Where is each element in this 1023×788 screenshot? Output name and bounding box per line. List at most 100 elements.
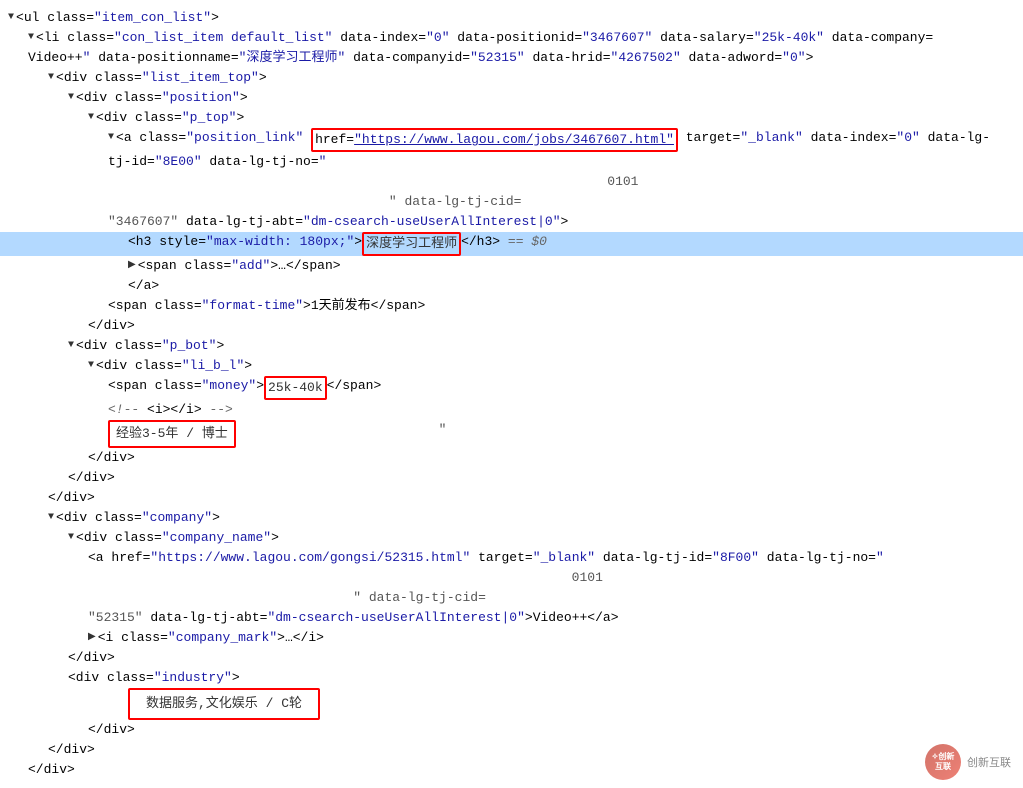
code-text: data-lg-tj-id=: [595, 548, 712, 568]
attr-value: "_blank": [740, 128, 802, 148]
html-tag: </div>: [68, 648, 115, 668]
attr-value: "8E00": [155, 152, 202, 172]
watermark-logo: ✧创新互联: [925, 744, 961, 780]
attr-value: "0": [896, 128, 919, 148]
collapse-arrow[interactable]: ▼: [68, 336, 74, 356]
attr-value: "0": [782, 48, 805, 68]
code-line: 0101: [0, 172, 1023, 192]
attr-value: "company_mark": [168, 628, 277, 648]
html-tag: </div>: [48, 488, 95, 508]
collapse-arrow[interactable]: ▼: [8, 8, 14, 28]
code-line: "52315" data-lg-tj-abt="dm-csearch-useUs…: [0, 608, 1023, 628]
collapse-arrow[interactable]: ▼: [28, 28, 34, 48]
salary-highlighted: 25k-40k: [264, 376, 327, 400]
html-tag: </div>: [88, 316, 135, 336]
html-tag: <i>: [147, 400, 170, 420]
code-text: data-salary=: [652, 28, 753, 48]
attr-value: "company_name": [162, 528, 271, 548]
collapse-arrow[interactable]: ▼: [108, 128, 114, 148]
html-tag: <div class=: [56, 68, 142, 88]
attr-value: "0": [426, 28, 449, 48]
code-text: >: [354, 232, 362, 252]
expand-arrow[interactable]: ▶: [128, 256, 136, 276]
href-highlighted: href="https://www.lagou.com/jobs/3467607…: [311, 128, 678, 152]
code-line: tj-id="8E00" data-lg-tj-no=": [0, 152, 1023, 172]
code-text: data-positionname=: [90, 48, 238, 68]
code-line: ▼<div class="position">: [0, 88, 1023, 108]
code-line: ▼<div class="p_bot">: [0, 336, 1023, 356]
collapse-arrow[interactable]: ▼: [48, 68, 54, 88]
industry-highlighted: 数据服务,文化娱乐 / C轮: [128, 688, 320, 720]
code-line: ▼<ul class="item_con_list">: [0, 8, 1023, 28]
html-tag: <li class=: [36, 28, 114, 48]
collapse-arrow[interactable]: ▼: [48, 508, 54, 528]
collapse-arrow[interactable]: ▼: [88, 356, 94, 376]
html-tag: >…</span>: [270, 256, 340, 276]
code-line: <span class="format-time">1天前发布</span>: [0, 296, 1023, 316]
html-tag: </div>: [88, 720, 135, 740]
code-line: ▼<div class="company_name">: [0, 528, 1023, 548]
code-line-experience: 经验3-5年 / 博士 ": [0, 420, 1023, 448]
html-tag: >: [211, 8, 219, 28]
attr-value: "list_item_top": [142, 68, 259, 88]
grey-text: " data-lg-tj-cid=: [88, 588, 486, 608]
code-text: data-index=: [332, 28, 426, 48]
html-tag: </div>: [68, 468, 115, 488]
attr-value: "position": [162, 88, 240, 108]
attr-value: "4267502": [611, 48, 681, 68]
code-comment: <!--: [108, 400, 147, 420]
code-line: </a>: [0, 276, 1023, 296]
code-line: Video++" data-positionname="深度学习工程师" dat…: [0, 48, 1023, 68]
code-line: <a href="https://www.lagou.com/gongsi/52…: [0, 548, 1023, 568]
html-tag: <span class=: [138, 256, 232, 276]
code-text: data-company=: [824, 28, 933, 48]
html-tag: >: [236, 108, 244, 128]
html-tag: >: [216, 336, 224, 356]
html-tag: >: [561, 212, 569, 232]
code-line: </div>: [0, 316, 1023, 336]
code-text: <h3 style=: [128, 232, 206, 252]
code-text: target=: [470, 548, 532, 568]
html-tag: <div class=: [76, 336, 162, 356]
code-line: " data-lg-tj-cid=: [0, 588, 1023, 608]
code-viewer: ▼<ul class="item_con_list">▼<li class="c…: [0, 0, 1023, 788]
attr-value: "li_b_l": [182, 356, 244, 376]
attr-value: "dm-csearch-useUserAllInterest|0": [267, 608, 524, 628]
html-tag: >: [271, 528, 279, 548]
grey-text: "3467607": [108, 212, 178, 232]
attr-value: "max-width: 180px;": [206, 232, 354, 252]
html-tag: >: [806, 48, 814, 68]
html-tag: </i>: [170, 400, 201, 420]
html-tag: </div>: [88, 448, 135, 468]
attr-value: ": [876, 548, 884, 568]
code-line: ▶<i class="company_mark">…</i>: [0, 628, 1023, 648]
code-line: </div>: [0, 760, 1023, 780]
code-text: </h3>: [461, 232, 500, 252]
expand-arrow[interactable]: ▶: [88, 628, 96, 648]
code-line: 0101: [0, 568, 1023, 588]
code-comment: -->: [202, 400, 233, 420]
attr-value: "52315": [470, 48, 525, 68]
code-line: ▼<div class="list_item_top">: [0, 68, 1023, 88]
collapse-arrow[interactable]: ▼: [68, 88, 74, 108]
attr-value: "https://www.lagou.com/gongsi/52315.html…: [150, 548, 470, 568]
attr-value: "add": [231, 256, 270, 276]
attr-value: "money": [202, 376, 257, 396]
html-tag: >Video++</a>: [525, 608, 619, 628]
html-tag: <div class=: [56, 508, 142, 528]
code-text: [303, 128, 311, 148]
code-line: </div>: [0, 740, 1023, 760]
html-tag: >: [244, 356, 252, 376]
grey-text: " data-lg-tj-cid=: [108, 192, 521, 212]
html-tag: </div>: [48, 740, 95, 760]
attr-value: "format-time": [202, 296, 303, 316]
collapse-arrow[interactable]: ▼: [68, 528, 74, 548]
attr-value: ": [319, 152, 327, 172]
code-text: data-positionid=: [450, 28, 583, 48]
code-text: data-index=: [803, 128, 897, 148]
code-line: ▼<div class="p_top">: [0, 108, 1023, 128]
code-text: data-hrid=: [525, 48, 611, 68]
html-tag: <div class=: [76, 88, 162, 108]
collapse-arrow[interactable]: ▼: [88, 108, 94, 128]
code-line: " data-lg-tj-cid=: [0, 192, 1023, 212]
